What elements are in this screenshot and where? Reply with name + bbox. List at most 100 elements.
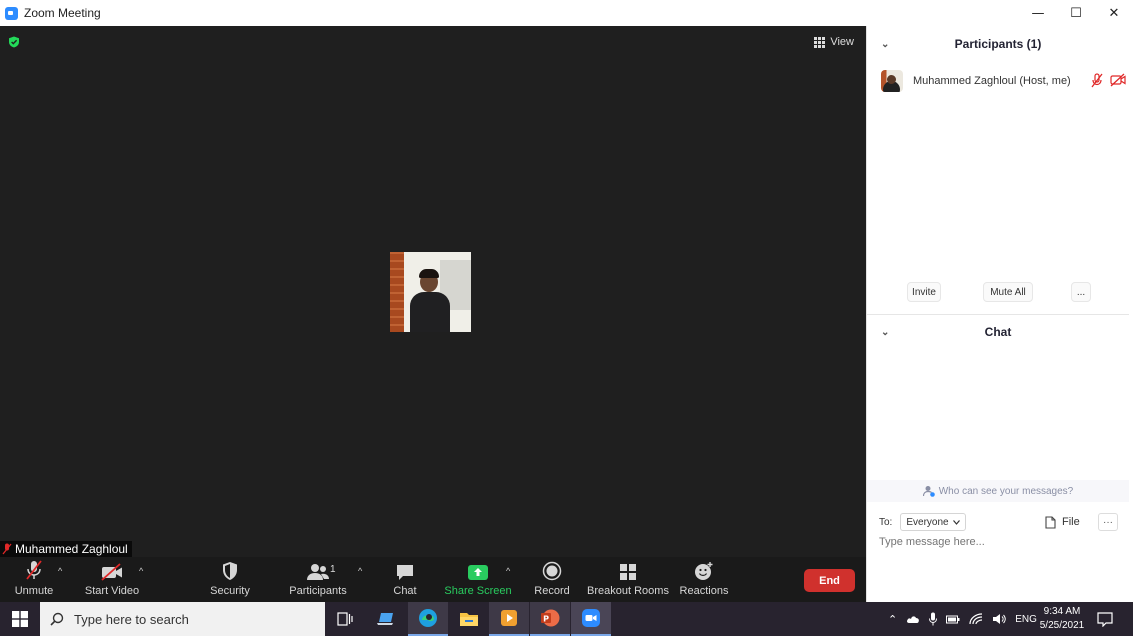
- breakout-rooms-icon: [620, 564, 636, 580]
- volume-icon[interactable]: [992, 613, 1006, 625]
- window-title: Zoom Meeting: [24, 6, 101, 20]
- share-options-caret[interactable]: ^: [506, 566, 510, 576]
- wifi-icon[interactable]: [969, 613, 983, 625]
- breakout-rooms-button[interactable]: Breakout Rooms: [587, 557, 669, 602]
- muted-microphone-icon: [26, 560, 42, 580]
- microphone-tray-icon[interactable]: [929, 612, 938, 626]
- participants-more-button[interactable]: ...: [1071, 282, 1091, 302]
- to-label: To:: [879, 516, 893, 528]
- participants-actions: Invite Mute All ...: [867, 282, 1129, 302]
- participant-avatar: [881, 70, 903, 92]
- battery-icon[interactable]: [946, 614, 960, 624]
- start-video-button[interactable]: Start Video: [85, 557, 139, 602]
- windows-taskbar: Type here to search P ⌃ ENG 9:34 AM 5/25…: [0, 602, 1133, 636]
- minimize-button[interactable]: —: [1019, 0, 1057, 26]
- taskbar-app-media[interactable]: [489, 602, 529, 636]
- file-button[interactable]: File: [1045, 515, 1080, 529]
- share-screen-button[interactable]: Share Screen: [444, 557, 512, 602]
- zoom-window: Zoom Meeting — ☐ ✕ View Muhammed Zaghlou…: [0, 0, 1133, 636]
- zoom-app-icon: [5, 6, 18, 20]
- participant-row[interactable]: Muhammed Zaghloul (Host, me): [881, 70, 1126, 92]
- record-button[interactable]: Record: [534, 557, 570, 602]
- unmute-button[interactable]: Unmute: [14, 557, 54, 602]
- chat-bubble-icon: [397, 565, 413, 580]
- participant-row-name: Muhammed Zaghloul (Host, me): [913, 75, 1071, 87]
- grid-icon: [814, 36, 826, 48]
- clock-time: 9:34 AM: [1043, 606, 1081, 617]
- share-screen-label: Share Screen: [444, 585, 512, 597]
- muted-mic-icon: [2, 543, 12, 555]
- onedrive-cloud-icon[interactable]: [906, 614, 920, 624]
- folder-icon: [460, 613, 478, 626]
- chat-panel-header: ⌄ Chat: [867, 317, 1129, 347]
- chat-message-input[interactable]: [879, 536, 1117, 548]
- start-video-label: Start Video: [84, 585, 140, 597]
- taskbar-app-zoom[interactable]: [571, 602, 611, 636]
- record-label: Record: [534, 585, 570, 597]
- search-icon: [50, 612, 64, 626]
- start-button[interactable]: [0, 602, 40, 636]
- video-off-status-icon: [1110, 73, 1126, 87]
- invite-button[interactable]: Invite: [907, 282, 941, 302]
- collapse-chat-chevron-icon[interactable]: ⌄: [881, 327, 889, 338]
- end-meeting-button[interactable]: End: [804, 569, 855, 592]
- file-icon: [1045, 515, 1056, 529]
- chat-button[interactable]: Chat: [388, 557, 422, 602]
- participants-panel-title: Participants (1): [954, 37, 1042, 51]
- participant-status-icons: [1090, 73, 1126, 88]
- security-button[interactable]: Security: [210, 557, 250, 602]
- video-options-caret[interactable]: ^: [139, 566, 143, 576]
- recipient-value: Everyone: [906, 516, 949, 528]
- view-button[interactable]: View: [814, 36, 854, 48]
- close-button[interactable]: ✕: [1095, 0, 1133, 26]
- input-language-indicator[interactable]: ENG: [1015, 614, 1037, 625]
- participants-count-badge: 1: [330, 564, 336, 575]
- maximize-button[interactable]: ☐: [1057, 0, 1095, 26]
- unmute-label: Unmute: [14, 585, 54, 597]
- smiley-icon: [695, 562, 713, 580]
- record-icon: [542, 561, 562, 581]
- taskbar-app-edge[interactable]: [408, 602, 448, 636]
- taskbar-app-laptop[interactable]: [367, 602, 407, 636]
- task-view-button[interactable]: [325, 602, 365, 636]
- task-view-icon: [337, 612, 353, 626]
- audio-options-caret[interactable]: ^: [58, 566, 62, 576]
- clock-date: 5/25/2021: [1039, 620, 1085, 631]
- system-tray: ⌃ ENG: [888, 602, 1037, 636]
- edge-browser-icon: [419, 609, 437, 627]
- taskbar-search-box[interactable]: Type here to search: [40, 602, 325, 636]
- recipient-dropdown[interactable]: Everyone: [900, 513, 966, 531]
- collapse-participants-chevron-icon[interactable]: ⌄: [881, 39, 889, 50]
- svg-text:P: P: [543, 615, 549, 624]
- participants-icon: [307, 564, 329, 580]
- participants-options-caret[interactable]: ^: [358, 566, 362, 576]
- reactions-button[interactable]: Reactions: [679, 557, 729, 602]
- taskbar-app-powerpoint[interactable]: P: [530, 602, 570, 636]
- chat-more-button[interactable]: ···: [1098, 513, 1118, 531]
- panel-divider: [867, 314, 1129, 315]
- video-area: View Muhammed Zaghloul: [0, 26, 866, 557]
- chat-recipient-row: To: Everyone File ···: [879, 513, 1129, 531]
- who-can-see-messages-link[interactable]: Who can see your messages?: [867, 480, 1129, 502]
- person-info-icon: [922, 486, 935, 497]
- powerpoint-icon: P: [541, 609, 560, 627]
- taskbar-clock[interactable]: 9:34 AM 5/25/2021: [1036, 605, 1088, 633]
- media-player-icon: [501, 610, 517, 626]
- search-placeholder: Type here to search: [74, 611, 189, 627]
- right-sidebar: ⌄ Participants (1) Muhammed Zaghloul (Ho…: [866, 26, 1133, 602]
- mute-all-button[interactable]: Mute All: [983, 282, 1033, 302]
- security-label: Security: [210, 585, 250, 597]
- shield-icon: [223, 562, 237, 580]
- breakout-rooms-label: Breakout Rooms: [587, 585, 669, 597]
- participant-name-label: Muhammed Zaghloul: [15, 542, 128, 556]
- laptop-app-icon: [377, 613, 393, 625]
- show-hidden-icons-chevron-icon[interactable]: ⌃: [888, 613, 897, 626]
- taskbar-app-file-explorer[interactable]: [449, 602, 489, 636]
- reactions-label: Reactions: [679, 585, 729, 597]
- participants-button[interactable]: Participants: [289, 557, 347, 602]
- window-controls: — ☐ ✕: [1019, 0, 1133, 26]
- zoom-taskbar-icon: [582, 609, 600, 627]
- participants-panel-header: ⌄ Participants (1): [867, 29, 1129, 59]
- notifications-button[interactable]: [1097, 602, 1113, 636]
- chat-panel-title: Chat: [984, 325, 1012, 339]
